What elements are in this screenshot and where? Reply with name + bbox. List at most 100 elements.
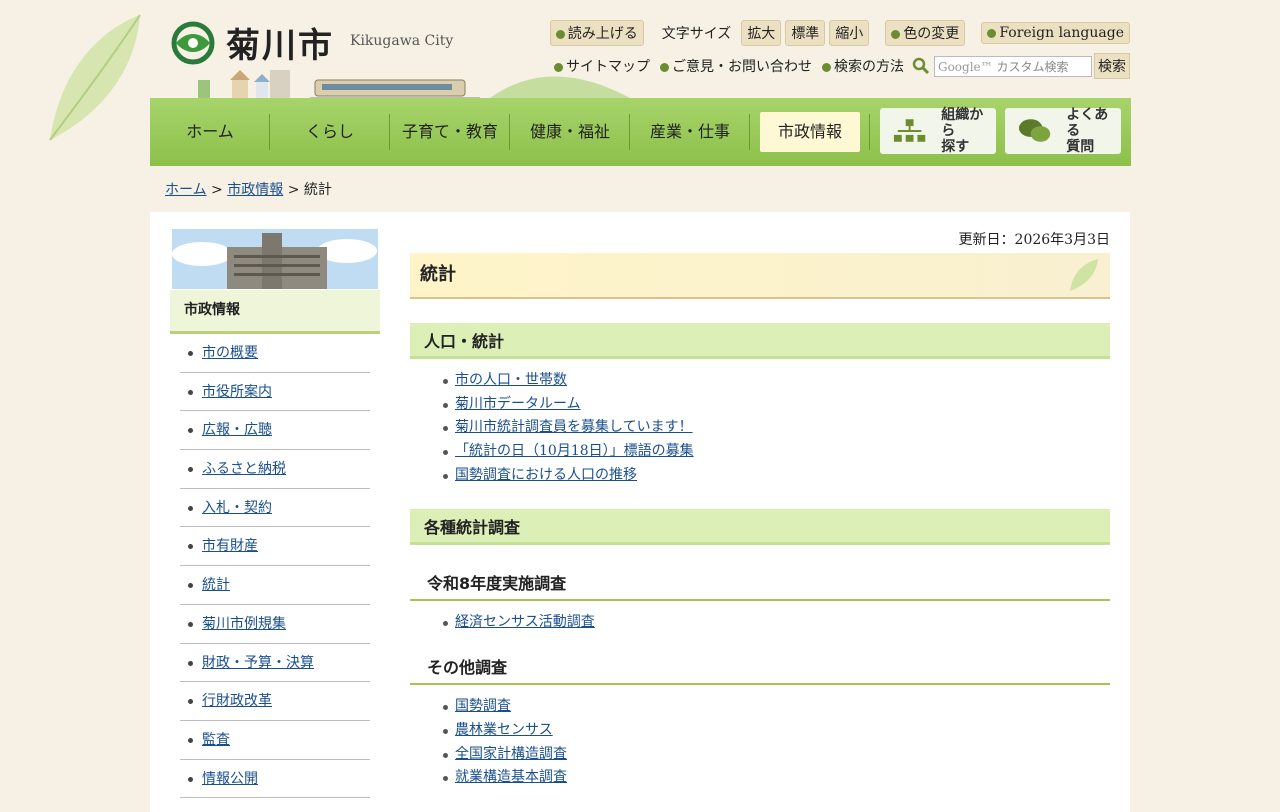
bullet-icon xyxy=(555,29,565,39)
chrysanthemum-logo-icon xyxy=(171,21,215,64)
search-icon xyxy=(912,57,930,75)
utility-links: サイトマップ ご意見・お問い合わせ 検索の方法 Google™ カスタム検索 検… xyxy=(544,53,1130,79)
breadcrumb-separator: > xyxy=(287,182,300,198)
accessibility-tools: 読み上げる 文字サイズ 拡大 標準 縮小 色の変更 Foreign langua… xyxy=(549,20,1130,46)
sidebar-link[interactable]: 市の概要 xyxy=(202,345,258,361)
sidebar-link[interactable]: 市役所案内 xyxy=(202,384,272,400)
list-item: 農林業センサス xyxy=(443,719,1110,743)
main-content: 更新日：2026年3月3日 統計 人口・統計 市の人口・世帯数 菊川市データルー… xyxy=(410,229,1110,790)
content-link[interactable]: 「統計の日（10月18日）」標語の募集 xyxy=(455,443,694,459)
bullet-icon xyxy=(987,28,997,38)
sidebar-link[interactable]: 入札・契約 xyxy=(202,500,272,516)
breadcrumb-home[interactable]: ホーム xyxy=(165,182,207,198)
search-input[interactable]: Google™ カスタム検索 xyxy=(934,55,1092,77)
content-link[interactable]: 菊川市データルーム xyxy=(455,396,581,412)
read-aloud-button[interactable]: 読み上げる xyxy=(549,20,644,46)
org-chart-icon xyxy=(893,119,926,142)
sidebar-link[interactable]: 情報公開 xyxy=(202,771,258,787)
nav-city-info[interactable]: 市政情報 xyxy=(760,112,860,152)
opinion-label: ご意見・お問い合わせ xyxy=(672,59,812,75)
city-hall-photo xyxy=(172,229,378,289)
sitemap-link[interactable]: サイトマップ xyxy=(554,56,650,76)
sidebar-link[interactable]: 菊川市例規集 xyxy=(202,616,286,632)
sidebar-item: 市役所案内 xyxy=(180,373,370,412)
font-standard-button[interactable]: 標準 xyxy=(785,20,826,46)
search-button[interactable]: 検索 xyxy=(1094,53,1130,79)
content-link[interactable]: 全国家計構造調査 xyxy=(455,746,567,762)
leaf-decoration-icon xyxy=(49,14,141,141)
content-link[interactable]: 就業構造基本調査 xyxy=(455,769,567,785)
page-title-text: 統計 xyxy=(420,264,456,285)
subsection-heading: 令和8年度実施調査 xyxy=(410,567,1110,602)
sidebar-item: 広報・広聴 xyxy=(180,411,370,451)
org-search-label: 組織から 探す xyxy=(941,107,996,155)
sidebar-item: 行財政改革 xyxy=(180,682,370,721)
list-item: 国勢調査 xyxy=(443,695,1110,719)
color-change-label: 色の変更 xyxy=(903,26,960,42)
content-link[interactable]: 国勢調査 xyxy=(455,698,511,714)
global-nav: ホーム くらし 子育て・教育 健康・福祉 産業・仕事 市政情報 組織から 探す よ… xyxy=(150,98,1131,166)
list-item: 全国家計構造調査 xyxy=(443,743,1110,767)
nav-living[interactable]: くらし xyxy=(270,112,390,152)
sidebar-item: 統計 xyxy=(180,566,370,605)
nav-divider xyxy=(749,114,750,150)
nav-divider xyxy=(869,114,870,150)
section-heading: 各種統計調査 xyxy=(410,509,1110,546)
nav-faq[interactable]: よくある 質問 xyxy=(1005,107,1121,155)
foreign-language-button[interactable]: Foreign language xyxy=(981,22,1130,44)
nav-childcare[interactable]: 子育て・教育 xyxy=(390,112,510,152)
font-size-label: 文字サイズ xyxy=(661,26,732,42)
sidebar-link[interactable]: 広報・広聴 xyxy=(202,422,272,438)
bullet-icon xyxy=(660,62,669,72)
nav-industry[interactable]: 産業・仕事 xyxy=(630,112,750,152)
sidebar-link[interactable]: 監査 xyxy=(202,732,230,748)
content-link[interactable]: 菊川市統計調査員を募集しています！ xyxy=(455,419,693,435)
opinion-link[interactable]: ご意見・お問い合わせ xyxy=(660,56,812,76)
sidebar-link[interactable]: 市有財産 xyxy=(202,538,258,554)
link-list: 国勢調査 農林業センサス 全国家計構造調査 就業構造基本調査 xyxy=(410,685,1110,790)
search-method-label: 検索の方法 xyxy=(834,59,904,75)
sidebar-item: 情報公開 xyxy=(180,760,370,799)
breadcrumb-current: 統計 xyxy=(303,182,332,198)
speech-bubble-icon xyxy=(1018,119,1051,142)
sidebar-item: ふるさと納税 xyxy=(180,450,370,489)
site-header: 菊川市 Kikugawa City 読み上げる 文字サイズ 拡大 標準 縮小 色… xyxy=(150,0,1130,99)
sidebar-link[interactable]: 財政・予算・決算 xyxy=(202,655,314,671)
color-change-button[interactable]: 色の変更 xyxy=(885,20,966,46)
content-link[interactable]: 国勢調査における人口の推移 xyxy=(455,467,637,483)
nav-health[interactable]: 健康・福祉 xyxy=(510,112,630,152)
sidebar-link[interactable]: 行財政改革 xyxy=(202,693,272,709)
sidebar-link[interactable]: ふるさと納税 xyxy=(202,461,286,477)
list-item: 経済センサス活動調査 xyxy=(443,611,1110,635)
org-search-line2: 探す xyxy=(941,139,970,155)
org-search-line1: 組織から xyxy=(941,107,984,139)
list-item: 「統計の日（10月18日）」標語の募集 xyxy=(443,440,1110,464)
faq-line1: よくある xyxy=(1066,107,1109,139)
list-item: 菊川市データルーム xyxy=(443,393,1110,417)
search-method-link[interactable]: 検索の方法 xyxy=(822,56,904,76)
font-small-button[interactable]: 縮小 xyxy=(829,20,870,46)
list-item: 国勢調査における人口の推移 xyxy=(443,464,1110,488)
content-link[interactable]: 市の人口・世帯数 xyxy=(455,372,567,388)
breadcrumb-separator: > xyxy=(211,182,223,198)
sidebar-link[interactable]: 統計 xyxy=(202,577,230,593)
nav-home[interactable]: ホーム xyxy=(150,112,270,152)
sidebar-item: 入札・契約 xyxy=(180,489,370,528)
breadcrumb: ホーム > 市政情報 > 統計 xyxy=(165,179,332,199)
bullet-icon xyxy=(891,29,901,39)
list-item: 就業構造基本調査 xyxy=(443,766,1110,790)
font-large-button[interactable]: 拡大 xyxy=(741,20,782,46)
sidebar-heading: 市政情報 xyxy=(170,290,380,334)
list-item: 菊川市統計調査員を募集しています！ xyxy=(443,416,1110,440)
page-title: 統計 xyxy=(410,253,1110,299)
nav-org-search[interactable]: 組織から 探す xyxy=(880,107,996,155)
bullet-icon xyxy=(822,62,831,72)
sidebar-item: 監査 xyxy=(180,721,370,760)
content-link[interactable]: 農林業センサス xyxy=(455,722,553,738)
content-link[interactable]: 経済センサス活動調査 xyxy=(455,614,595,630)
sidebar-item: 市有財産 xyxy=(180,527,370,567)
breadcrumb-city-info[interactable]: 市政情報 xyxy=(227,182,283,198)
sidebar-item: 菊川市例規集 xyxy=(180,605,370,644)
link-list: 経済センサス活動調査 xyxy=(410,601,1110,635)
section-heading: 人口・統計 xyxy=(410,323,1110,359)
